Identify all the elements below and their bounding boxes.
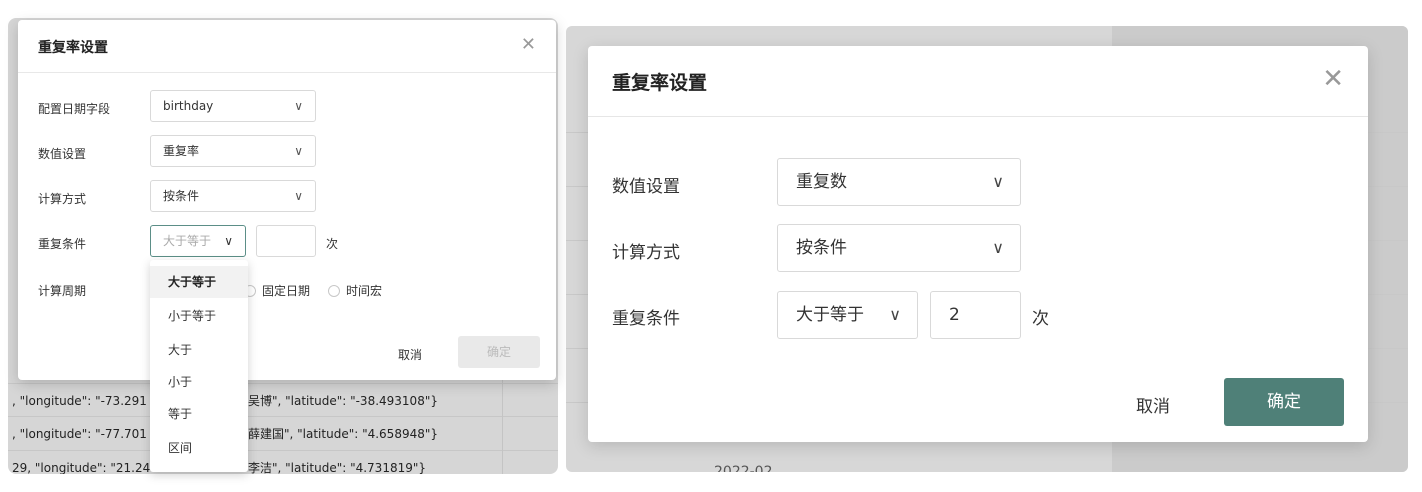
value-setting-label: 数值设置 [612, 177, 680, 197]
confirm-button[interactable]: 确定 [458, 336, 540, 368]
period-label: 计算周期 [38, 284, 87, 298]
repeat-unit-label: 次 [326, 237, 339, 251]
repeat-rate-dialog-right: 重复率设置 ✕ 数值设置 重复数 ∨ 计算方式 按条件 ∨ 重复条件 大于等于 … [588, 46, 1368, 442]
repeat-condition-dropdown: 大于等于 小于等于 大于 小于 等于 区间 [150, 260, 248, 472]
table-cell: , "longitude": "-73.291 [12, 394, 147, 408]
chevron-down-icon: ∨ [294, 189, 303, 203]
table-cell: 29, "longitude": "21.24 [12, 461, 151, 474]
repeat-unit-label: 次 [1032, 309, 1049, 329]
repeat-condition-label: 重复条件 [38, 237, 87, 251]
cancel-button[interactable]: 取消 [1136, 392, 1170, 417]
calc-method-label: 计算方式 [38, 192, 87, 206]
date-field-label: 配置日期字段 [38, 102, 111, 116]
table-cell: , "longitude": "-77.701 [12, 427, 147, 441]
date-field-value: birthday [163, 99, 214, 113]
value-setting-select[interactable]: 重复数 ∨ [777, 158, 1021, 206]
table-cell: 吴博", "latitude": "-38.493108"} [248, 394, 438, 408]
repeat-condition-value: 大于等于 [796, 305, 864, 325]
table-row: , "longitude": "-77.701 薛建国", "latitude"… [8, 416, 558, 451]
table-row: , "longitude": "-73.291 吴博", "latitude":… [8, 383, 558, 418]
value-setting-value: 重复率 [163, 144, 200, 158]
chevron-down-icon: ∨ [294, 144, 303, 158]
value-setting-select[interactable]: 重复率 ∨ [150, 135, 316, 167]
radio-time-macro[interactable]: 时间宏 [328, 282, 382, 299]
dropdown-option[interactable]: 大于等于 [150, 266, 248, 298]
repeat-condition-label: 重复条件 [612, 309, 680, 329]
repeat-count-input[interactable]: 2 [930, 291, 1021, 339]
chevron-down-icon: ∨ [992, 238, 1004, 257]
chevron-down-icon: ∨ [992, 172, 1004, 191]
background-date-text: 2022-02 [714, 464, 773, 472]
calc-method-select[interactable]: 按条件 ∨ [150, 180, 316, 212]
dropdown-option[interactable]: 小于等于 [150, 300, 248, 332]
repeat-condition-select[interactable]: 大于等于 ∨ [150, 225, 246, 257]
chevron-down-icon: ∨ [889, 305, 901, 324]
dialog-title: 重复率设置 [612, 72, 708, 94]
repeat-condition-value: 大于等于 [163, 234, 212, 248]
date-field-select[interactable]: birthday ∨ [150, 90, 316, 122]
calc-method-value: 按条件 [163, 189, 200, 203]
value-setting-value: 重复数 [796, 172, 847, 192]
dropdown-option[interactable]: 等于 [150, 398, 248, 430]
table-row: 29, "longitude": "21.24 李洁", "latitude":… [8, 450, 558, 474]
table-cell: 薛建国", "latitude": "4.658948"} [248, 427, 439, 441]
chevron-down-icon: ∨ [224, 234, 233, 248]
repeat-rate-dialog-left: 重复率设置 ✕ 配置日期字段 birthday ∨ 数值设置 重复率 ∨ 计算方… [18, 20, 556, 380]
dropdown-option[interactable]: 大于 [150, 334, 248, 366]
dropdown-option[interactable]: 小于 [150, 366, 248, 398]
radio-time-macro-label: 时间宏 [346, 284, 383, 298]
close-icon[interactable]: ✕ [1322, 64, 1344, 94]
cancel-button[interactable]: 取消 [398, 346, 422, 363]
radio-fixed-date[interactable]: 固定日期 [244, 282, 310, 299]
dialog-title: 重复率设置 [38, 40, 108, 56]
radio-circle-icon [328, 284, 340, 297]
close-icon[interactable]: ✕ [521, 34, 536, 55]
confirm-button[interactable]: 确定 [1224, 378, 1344, 426]
calc-method-select[interactable]: 按条件 ∨ [777, 224, 1021, 272]
repeat-condition-select[interactable]: 大于等于 ∨ [777, 291, 918, 339]
table-divider [502, 378, 503, 474]
radio-fixed-date-label: 固定日期 [262, 284, 311, 298]
dropdown-option[interactable]: 区间 [150, 432, 248, 464]
calc-method-value: 按条件 [796, 238, 847, 258]
repeat-count-input[interactable] [256, 225, 316, 257]
calc-method-label: 计算方式 [612, 243, 680, 263]
chevron-down-icon: ∨ [294, 99, 303, 113]
value-setting-label: 数值设置 [38, 147, 87, 161]
dialog-header: 重复率设置 ✕ [18, 20, 556, 73]
table-cell: 李洁", "latitude": "4.731819"} [248, 461, 427, 474]
dialog-header: 重复率设置 ✕ [588, 46, 1368, 117]
